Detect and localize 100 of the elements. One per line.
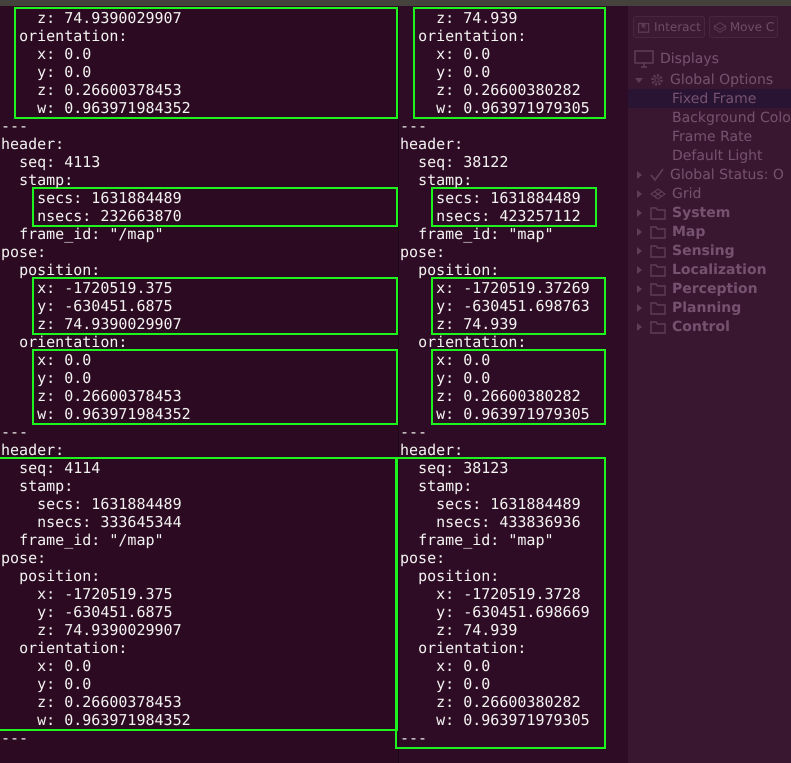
terminal-line: y: 0.0 — [436, 369, 490, 387]
tree-label: Planning — [672, 300, 742, 316]
terminal-line: stamp: — [19, 171, 74, 189]
expand-right-icon[interactable] — [634, 264, 644, 274]
property-row[interactable]: Default Light — [628, 146, 791, 165]
terminal-line: --- — [1, 423, 28, 441]
terminal-line: orientation: — [19, 27, 128, 45]
folder-icon — [650, 300, 666, 314]
tree-label: Map — [672, 224, 706, 240]
terminal-line: y: 0.0 — [436, 675, 490, 693]
tree-label: Global Status: O — [670, 166, 784, 182]
terminal-line: x: 0.0 — [37, 45, 92, 63]
tree-item[interactable]: Map — [628, 222, 791, 241]
expand-right-icon[interactable] — [634, 322, 644, 332]
terminal-line: y: 0.0 — [436, 63, 490, 81]
terminal-line: w: 0.963971984352 — [37, 711, 191, 729]
tree-label: Sensing — [672, 242, 735, 258]
terminal-line: orientation: — [418, 333, 526, 351]
terminal-line: orientation: — [418, 639, 526, 657]
terminal-line: y: 0.0 — [37, 675, 92, 693]
expand-right-icon[interactable] — [634, 246, 644, 256]
terminal-line: orientation: — [19, 333, 128, 351]
terminal-line: --- — [400, 729, 428, 747]
terminal-line: secs: 1631884489 — [37, 189, 182, 207]
terminal-line: z: 74.9390029907 — [37, 9, 182, 27]
property-label: Frame Rate — [672, 128, 752, 144]
expand-right-icon[interactable] — [634, 226, 644, 236]
tree-item[interactable]: Planning — [628, 298, 791, 317]
tree-label: Perception — [672, 280, 758, 296]
terminal-line: y: -630451.6875 — [37, 297, 173, 315]
expand-right-icon[interactable] — [634, 284, 644, 294]
terminal-line: position: — [19, 261, 100, 279]
expand-right-icon[interactable] — [634, 170, 644, 180]
terminal-line: z: 0.26600378453 — [37, 693, 182, 711]
tree-item[interactable]: Sensing — [628, 241, 791, 260]
terminal-line: z: 74.939 — [436, 621, 518, 639]
folder-icon — [650, 244, 666, 258]
terminal-line: x: 0.0 — [436, 657, 490, 675]
tree-label: Localization — [672, 262, 767, 278]
terminal-line: seq: 4114 — [19, 459, 100, 477]
terminal-line: secs: 1631884489 — [37, 495, 182, 513]
terminal-line: frame_id: "/map" — [19, 531, 164, 549]
tree-item[interactable]: Global Options — [628, 70, 791, 89]
terminal-line: nsecs: 423257112 — [436, 207, 581, 225]
property-row[interactable]: Fixed Frame — [628, 89, 791, 108]
tree-item[interactable]: Perception — [628, 279, 791, 298]
terminal-line: z: 0.26600380282 — [436, 693, 581, 711]
terminal-line: w: 0.963971984352 — [37, 405, 191, 423]
terminal-line: w: 0.963971979305 — [436, 405, 590, 423]
terminal-line: z: 0.26600378453 — [37, 81, 182, 99]
terminal-line: --- — [400, 117, 428, 135]
terminal-line: z: 74.9390029907 — [37, 315, 182, 333]
tree-item[interactable]: System — [628, 203, 791, 222]
terminal-line: header: — [1, 135, 64, 153]
terminal-line: nsecs: 333645344 — [37, 513, 182, 531]
terminal-line: x: -1720519.37269 — [436, 279, 590, 297]
terminal-line: z: 0.26600378453 — [37, 387, 182, 405]
tree-item[interactable]: Global Status: O — [628, 165, 791, 184]
terminal-line: --- — [1, 729, 28, 747]
terminal-line: w: 0.963971979305 — [436, 99, 590, 117]
folder-icon — [650, 320, 666, 334]
terminal-line: secs: 1631884489 — [436, 495, 581, 513]
terminal-line: header: — [400, 135, 464, 153]
property-label: Background Colo — [672, 110, 791, 126]
terminal-line: stamp: — [418, 477, 472, 495]
folder-icon — [650, 262, 666, 276]
terminal-line: seq: 38122 — [418, 153, 508, 171]
tree-label: System — [672, 204, 730, 220]
terminal-line: nsecs: 433836936 — [436, 513, 581, 531]
tree-item[interactable]: Localization — [628, 260, 791, 279]
property-label: Default Light — [672, 148, 763, 164]
gear-icon — [650, 72, 664, 86]
panel-title: Displays — [660, 51, 719, 67]
terminal-line: w: 0.963971984352 — [37, 99, 191, 117]
terminal-line: w: 0.963971979305 — [436, 711, 590, 729]
terminal-line: y: 0.0 — [37, 369, 92, 387]
terminal-line: pose: — [400, 549, 446, 567]
property-row[interactable]: Background Colo — [628, 108, 791, 127]
terminal-line: x: -1720519.3728 — [436, 585, 581, 603]
expand-right-icon[interactable] — [634, 208, 644, 218]
terminal-line: pose: — [400, 243, 446, 261]
tree-item[interactable]: Control — [628, 317, 791, 336]
terminal-line: orientation: — [19, 639, 128, 657]
terminal-line: seq: 4113 — [19, 153, 100, 171]
terminal-line: secs: 1631884489 — [436, 189, 581, 207]
move-camera-icon — [712, 20, 727, 34]
terminal-line: z: 74.939 — [436, 315, 518, 333]
terminal-line: header: — [1, 441, 64, 459]
tree-label: Control — [672, 318, 730, 334]
terminal-line: nsecs: 232663870 — [37, 207, 182, 225]
expand-right-icon[interactable] — [634, 302, 644, 312]
folder-icon — [650, 282, 666, 296]
tree-label: Global Options — [670, 72, 774, 88]
tree-item[interactable]: Grid — [628, 184, 791, 203]
property-row[interactable]: Frame Rate — [628, 127, 791, 146]
terminal-line: position: — [418, 567, 500, 585]
expand-right-icon[interactable] — [634, 188, 644, 198]
terminal-line: position: — [418, 261, 500, 279]
terminal-line: seq: 38123 — [418, 459, 508, 477]
tree-label: Grid — [672, 186, 702, 202]
